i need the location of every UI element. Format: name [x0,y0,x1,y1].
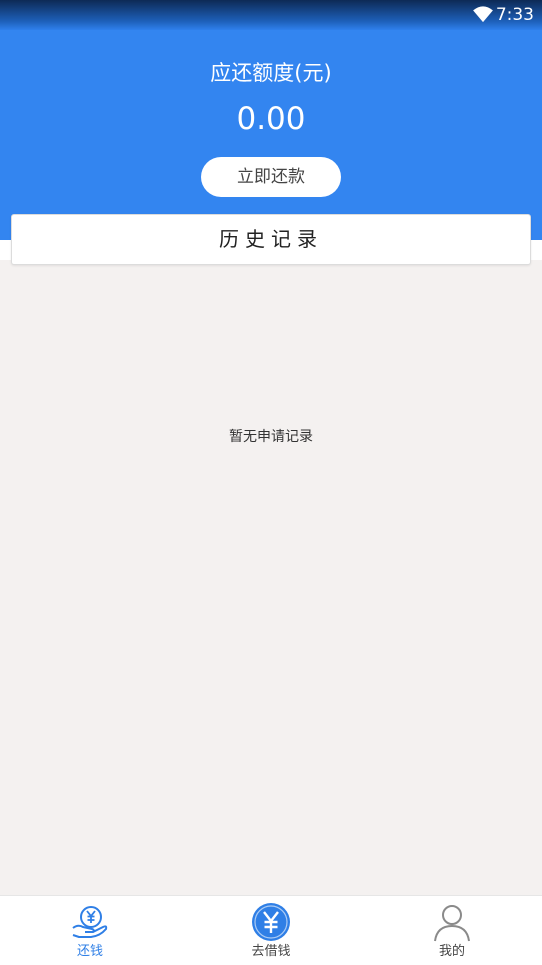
status-bar: 7:33 [0,0,542,30]
repay-header: 应还额度(元) 0.00 立即还款 [0,30,542,240]
tab-mine[interactable]: 我的 [362,896,542,965]
wifi-icon [473,6,493,23]
user-profile-icon [434,905,470,942]
tab-repay-label: 还钱 [76,944,103,959]
yuan-coin-icon [252,903,290,941]
repay-hand-icon [72,906,108,938]
repay-now-button[interactable]: 立即还款 [201,157,341,197]
amount-value: 0.00 [236,101,306,137]
tab-borrow[interactable]: 去借钱 [181,896,361,965]
tab-borrow-label: 去借钱 [251,944,291,959]
empty-records-text: 暂无申请记录 [229,429,313,445]
amount-label: 应还额度(元) [210,61,332,85]
history-records-header[interactable]: 历史记录 [11,214,531,265]
tab-mine-label: 我的 [438,944,465,959]
tab-repay[interactable]: 还钱 [0,896,180,965]
bottom-tab-bar: 还钱 去借钱 我的 [0,895,542,965]
status-time: 7:33 [495,5,534,25]
